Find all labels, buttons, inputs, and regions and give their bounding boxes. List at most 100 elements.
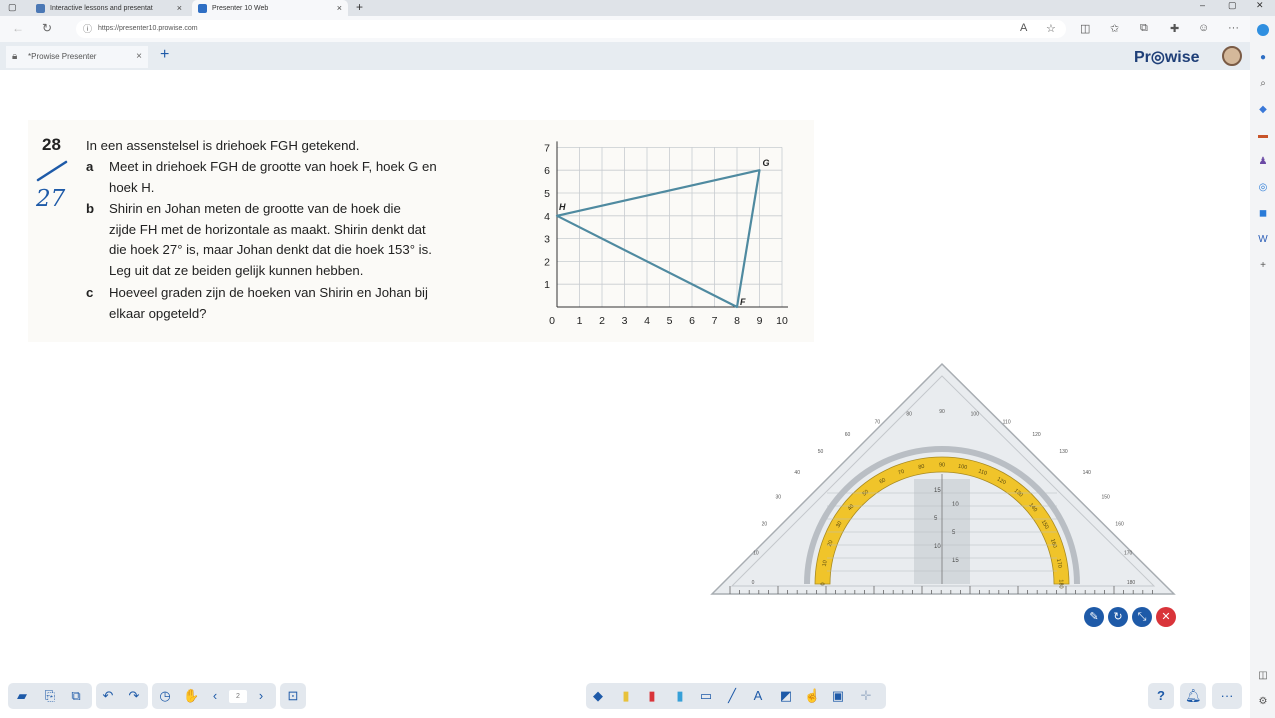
redo-icon[interactable]: ↷	[126, 688, 142, 704]
ruler-tool-icon[interactable]: ◩	[778, 688, 794, 704]
word-icon[interactable]: W	[1257, 234, 1269, 246]
next-page-icon[interactable]: ›	[253, 688, 269, 704]
protractor-degree-label: 90	[939, 463, 945, 469]
maximize-button[interactable]: ▢	[1228, 0, 1237, 11]
timer-icon[interactable]: ◷	[157, 688, 173, 704]
x-tick-label: 4	[644, 315, 650, 327]
profile-icon[interactable]: ☺	[1198, 22, 1209, 34]
collections-icon[interactable]: ⧉	[1140, 22, 1148, 35]
insert-media-icon[interactable]: ▣	[830, 688, 846, 704]
page-number-field[interactable]: 2	[229, 690, 247, 703]
people-icon[interactable]: ♟	[1257, 156, 1269, 168]
browser-tab-1[interactable]: Interactive lessons and presentat ×	[30, 0, 188, 16]
search-icon[interactable]: ⌕	[1257, 78, 1269, 90]
outer-degree-label: 80	[906, 412, 912, 418]
more-options-icon[interactable]: ···	[1219, 688, 1235, 704]
more-menu-icon[interactable]: ···	[1228, 22, 1239, 34]
part-c-line-1: Hoeveel graden zijn de hoeken van Shirin…	[109, 285, 428, 300]
y-tick-label: 7	[544, 142, 550, 154]
pen-icon[interactable]: ▮	[644, 688, 660, 704]
outer-degree-label: 60	[845, 432, 851, 438]
lock-icon: 🔒︎	[12, 51, 18, 62]
set-square-protractor[interactable]: 01020304050607080 90 100110120130140150160…	[710, 360, 1180, 605]
outer-degree-label: 20	[762, 522, 768, 528]
favorite-star-icon[interactable]: ☆	[1046, 22, 1056, 35]
bottom-toolbar: ▰ ⎘ ⧉ ↶ ↷ ◷ ✋ ‹ 2 › ⊡ ◆ ▮ ▮ ▮ ▭ ╱ A ◩ ☝ …	[0, 676, 1250, 716]
reload-icon[interactable]: ↻	[42, 21, 52, 35]
favorites-icon[interactable]: ✩	[1110, 22, 1119, 35]
line-tool-icon[interactable]: ╱	[724, 688, 740, 704]
browser-tab-2[interactable]: Presenter 10 Web ×	[192, 0, 348, 16]
tools-icon[interactable]: ▬	[1257, 130, 1269, 142]
part-a: a Meet in driehoek FGH de grootte van ho…	[86, 157, 516, 198]
read-aloud-icon[interactable]: A	[1020, 22, 1027, 34]
part-b-line-4: Leg uit dat ze beiden gelijk kunnen hebb…	[109, 262, 364, 278]
center-scale-label: 10	[952, 502, 959, 508]
avatar[interactable]	[1222, 46, 1242, 66]
protractor-edit-button[interactable]: ✎	[1084, 607, 1104, 627]
outer-degree-label: 50	[818, 449, 824, 455]
outer-degree-label: 90	[939, 409, 945, 415]
part-a-line-1: Meet in driehoek FGH de grootte van hoek…	[109, 159, 437, 174]
exercise-number: 28	[42, 135, 61, 154]
url-text: https://presenter10.prowise.com	[98, 25, 198, 32]
office-icon[interactable]: ◎	[1257, 182, 1269, 194]
help-icon[interactable]: ?	[1153, 688, 1169, 704]
more-group: ···	[1212, 683, 1242, 709]
undo-icon[interactable]: ↶	[100, 688, 116, 704]
copilot-icon[interactable]	[1257, 24, 1269, 36]
shape-rectangle-icon[interactable]: ▭	[698, 688, 714, 704]
close-tab-1-icon[interactable]: ×	[177, 3, 182, 13]
protractor-degree-label: 80	[918, 464, 925, 471]
back-arrow-icon[interactable]: ←	[12, 21, 24, 35]
highlighter-icon[interactable]: ▮	[618, 688, 634, 704]
eraser-icon[interactable]: ◆	[590, 688, 606, 704]
x-tick-label: 3	[622, 315, 628, 327]
split-screen-icon[interactable]: ◫	[1080, 22, 1090, 35]
prowise-logo: Pr◎wise	[1134, 49, 1200, 66]
add-sidebar-app-icon[interactable]: +	[1257, 260, 1269, 272]
close-tab-2-icon[interactable]: ×	[337, 3, 342, 13]
add-page-icon[interactable]: ⎘	[42, 688, 58, 704]
extensions-icon[interactable]: ✚	[1170, 22, 1179, 35]
x-tick-label: 6	[689, 315, 695, 327]
y-tick-label: 3	[544, 234, 550, 246]
shopping-icon[interactable]: ◆	[1257, 104, 1269, 116]
outlook-icon[interactable]: ◼	[1257, 208, 1269, 220]
pages-icon[interactable]: ⧉	[68, 688, 84, 704]
url-field[interactable]: ⓘ https://presenter10.prowise.com	[76, 20, 1066, 38]
new-tab-button[interactable]: +	[356, 0, 363, 14]
minimize-button[interactable]: –	[1200, 0, 1205, 10]
folder-icon[interactable]: ▰	[14, 688, 30, 704]
part-b-line-1: Shirin en Johan meten de grootte van de …	[109, 201, 401, 216]
hand-pan-icon[interactable]: ✋	[183, 688, 199, 704]
y-tick-label: 4	[544, 211, 550, 223]
file-tools-group: ▰ ⎘ ⧉	[8, 683, 92, 709]
close-presenter-tab-icon[interactable]: ×	[136, 46, 142, 68]
x-tick-label: 7	[712, 315, 718, 327]
presenter-tab[interactable]: 🔒︎ *Prowise Presenter ×	[6, 46, 148, 68]
browser-tab-bar: ▢ Interactive lessons and presentat × Pr…	[0, 0, 1275, 16]
protractor-close-button[interactable]: ✕	[1156, 607, 1176, 627]
add-presentation-button[interactable]: +	[160, 46, 169, 64]
sidebar-toggle-icon[interactable]: ◫	[1257, 670, 1269, 682]
touch-select-icon[interactable]: ☝	[804, 688, 820, 704]
text-tool-icon[interactable]: A	[750, 688, 766, 704]
screen-capture-icon[interactable]: ⊡	[285, 688, 301, 704]
marker-icon[interactable]: ▮	[672, 688, 688, 704]
notification-icon[interactable]: ●	[1257, 52, 1269, 64]
part-c-label: c	[86, 285, 94, 300]
x-tick-label: 5	[667, 315, 673, 327]
protractor-rotate-button[interactable]: ↻	[1108, 607, 1128, 627]
previous-page-icon[interactable]: ‹	[207, 688, 223, 704]
move-icon[interactable]: ✛	[858, 688, 874, 704]
outer-degree-label: 30	[776, 495, 782, 501]
bell-icon[interactable]: 🔔︎	[1185, 688, 1202, 704]
close-window-button[interactable]: ✕	[1256, 0, 1264, 11]
app-header: 🔒︎ *Prowise Presenter × + Pr◎wise	[0, 42, 1250, 70]
protractor-resize-button[interactable]: ⤡	[1132, 607, 1152, 627]
x-tick-label: 9	[757, 315, 763, 327]
window-menu-icon[interactable]: ▢	[8, 2, 17, 13]
info-icon[interactable]: ⓘ	[83, 20, 92, 38]
settings-gear-icon[interactable]: ⚙	[1257, 696, 1269, 708]
